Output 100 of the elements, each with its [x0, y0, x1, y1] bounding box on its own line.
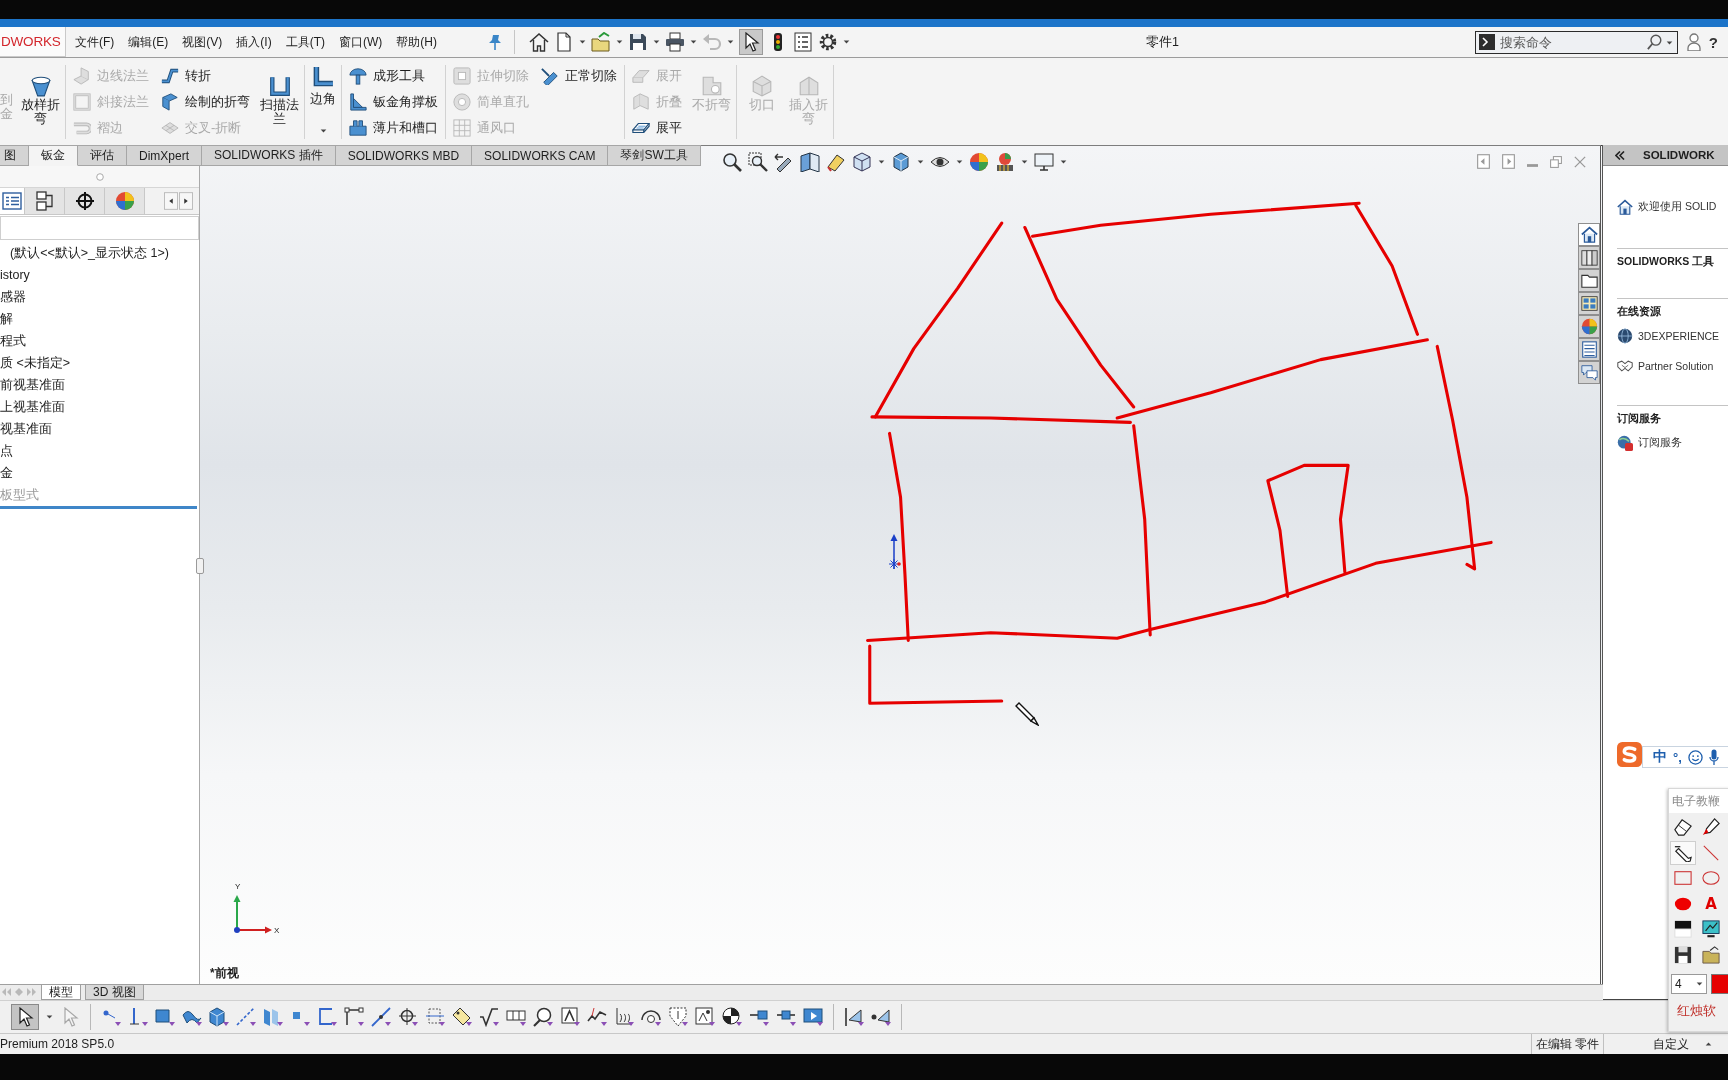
twin-plane-icon[interactable]: [263, 1007, 283, 1027]
ribbon-button[interactable]: 扫描法兰: [260, 63, 299, 126]
tree-item[interactable]: 点: [0, 440, 13, 462]
tool-button[interactable]: A: [1698, 891, 1724, 916]
color-swatch-icon[interactable]: [1711, 974, 1728, 994]
plane-icon[interactable]: [155, 1007, 175, 1027]
panel-tab[interactable]: [0, 188, 25, 214]
caret-icon[interactable]: [727, 40, 734, 44]
settings-icon[interactable]: [818, 32, 838, 52]
user-icon[interactable]: [1686, 33, 1701, 51]
menu-item[interactable]: 插入(I): [229, 30, 279, 54]
ribbon-button[interactable]: 正常切除: [539, 63, 619, 89]
scroll-right-icon[interactable]: [179, 192, 193, 210]
menu-item[interactable]: 文件(F): [68, 30, 122, 54]
zigzag-line-icon[interactable]: [587, 1007, 607, 1027]
list-icon[interactable]: [793, 32, 813, 52]
tag-icon[interactable]: [826, 152, 846, 172]
color-ball-icon[interactable]: [969, 152, 989, 172]
magnifier-icon[interactable]: [533, 1007, 553, 1027]
task-pane-tab[interactable]: [1578, 338, 1600, 361]
task-pane-tab[interactable]: [1578, 361, 1600, 384]
double-chevron-icon[interactable]: [1615, 150, 1625, 160]
units-selector[interactable]: 自定义: [1653, 1035, 1689, 1053]
ribbon-button[interactable]: 薄片和槽口: [347, 115, 440, 141]
caret-icon[interactable]: [319, 129, 327, 133]
filter-field[interactable]: [0, 216, 199, 240]
tree-item[interactable]: 上视基准面: [0, 396, 65, 418]
line-node-icon[interactable]: [749, 1007, 769, 1027]
dashed-line-icon[interactable]: [236, 1007, 256, 1027]
caret-up-icon[interactable]: [1705, 1042, 1712, 1046]
help-button[interactable]: ?: [1706, 33, 1720, 51]
task-pane-tab[interactable]: [1578, 269, 1600, 292]
ribbon-button[interactable]: 转折: [159, 63, 252, 89]
axis-line-icon[interactable]: [128, 1007, 148, 1027]
hatched-corner-icon[interactable]: [614, 1007, 634, 1027]
centered-node-icon[interactable]: [776, 1007, 796, 1027]
splitter-handle[interactable]: [196, 558, 204, 574]
model-tab[interactable]: 模型: [41, 985, 81, 1000]
caret-icon[interactable]: [616, 40, 623, 44]
pin-icon[interactable]: [488, 34, 502, 50]
menu-item[interactable]: 窗口(W): [332, 30, 390, 54]
ribbon-button[interactable]: 成形工具: [347, 63, 440, 89]
dashed-box-icon[interactable]: [425, 1007, 445, 1027]
scroll-left-icon[interactable]: [164, 192, 178, 210]
cube-icon[interactable]: [209, 1007, 229, 1027]
tree-item[interactable]: istory: [0, 264, 30, 286]
caret-icon[interactable]: [1696, 982, 1703, 986]
bracket-icon[interactable]: [317, 1007, 337, 1027]
handle-icon[interactable]: [95, 172, 104, 181]
command-tab[interactable]: 图: [0, 145, 29, 166]
flag-icon[interactable]: [844, 1007, 864, 1027]
search-field[interactable]: 搜索命令: [1474, 30, 1678, 54]
shaded-cube-icon[interactable]: [891, 152, 911, 172]
select-button[interactable]: [11, 1004, 39, 1030]
menu-item[interactable]: 编辑(E): [121, 30, 176, 54]
microphone-icon[interactable]: [1708, 749, 1719, 765]
caret-icon[interactable]: [843, 40, 850, 44]
tree-item[interactable]: 前视基准面: [0, 374, 65, 396]
quartered-circle-icon[interactable]: [722, 1007, 742, 1027]
command-tab[interactable]: DimXpert: [127, 145, 202, 166]
ribbon-button[interactable]: 边角: [310, 63, 336, 106]
smiley-icon[interactable]: [1687, 749, 1703, 765]
caret-icon[interactable]: [917, 160, 924, 164]
document-icon[interactable]: [554, 32, 574, 52]
arc-icon[interactable]: [641, 1007, 661, 1027]
caret-icon[interactable]: [690, 40, 697, 44]
home-icon[interactable]: [1617, 199, 1633, 215]
panel-tab[interactable]: [25, 188, 65, 214]
magnifier-icon[interactable]: [722, 152, 742, 172]
command-tab[interactable]: 琴剑SW工具: [608, 145, 701, 166]
corner-path-icon[interactable]: [344, 1007, 364, 1027]
pencil-arrow-icon[interactable]: [774, 152, 794, 172]
command-tab[interactable]: SOLIDWORKS CAM: [472, 145, 609, 166]
scene-icon[interactable]: [995, 152, 1015, 172]
tree-item[interactable]: 视基准面: [0, 418, 52, 440]
menu-item[interactable]: 工具(T): [278, 30, 332, 54]
menu-item[interactable]: 帮助(H): [389, 30, 444, 54]
caret-icon[interactable]: [956, 160, 963, 164]
restore-icon[interactable]: [1550, 155, 1562, 168]
ribbon-button[interactable]: 放样折弯: [21, 63, 60, 126]
root-sign-icon[interactable]: [479, 1007, 499, 1027]
command-tab[interactable]: 钣金: [29, 145, 78, 166]
caret-icon[interactable]: [878, 160, 885, 164]
punctuation-label[interactable]: °,: [1673, 749, 1682, 765]
task-pane-tab[interactable]: [1578, 292, 1600, 315]
tile-left-icon[interactable]: [1477, 154, 1490, 169]
ribbon-button[interactable]: 绘制的折弯: [159, 89, 252, 115]
tree-item[interactable]: (默认<<默认>_显示状态 1>): [10, 242, 169, 264]
input-mode-label[interactable]: 中: [1653, 748, 1667, 766]
tree-item[interactable]: 程式: [0, 330, 26, 352]
shield-icon[interactable]: [668, 1007, 688, 1027]
magnifier-box-icon[interactable]: [748, 152, 768, 172]
target-icon[interactable]: [398, 1007, 418, 1027]
caret-icon[interactable]: [46, 1015, 53, 1019]
framed-peak-icon[interactable]: [560, 1007, 580, 1027]
panel-tab[interactable]: [65, 188, 105, 214]
ribbon-button[interactable]: 展平: [630, 115, 684, 141]
task-pane-tab[interactable]: [1578, 223, 1600, 246]
caret-icon[interactable]: [1021, 160, 1028, 164]
resource-link[interactable]: 3DEXPERIENCE: [1617, 321, 1720, 351]
